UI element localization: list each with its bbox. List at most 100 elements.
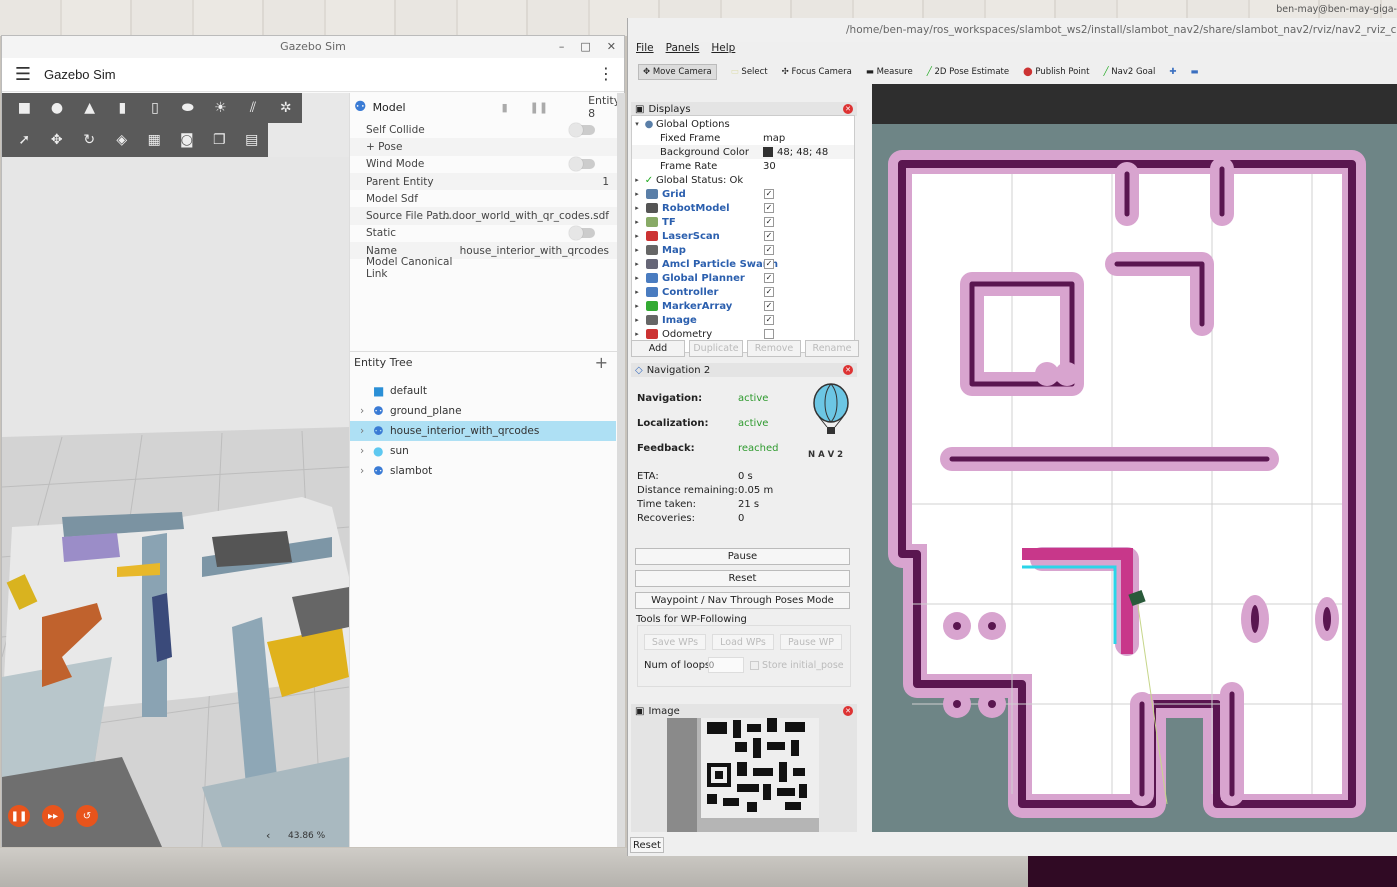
display-checkbox[interactable]: [764, 329, 774, 339]
duplicate-button[interactable]: Duplicate: [689, 340, 743, 357]
display-item[interactable]: ▸ RobotModel ✓: [632, 201, 854, 215]
pause-icon[interactable]: ❚❚: [8, 805, 30, 827]
rename-button[interactable]: Rename: [805, 340, 859, 357]
measure-tool[interactable]: ▬ Measure: [866, 67, 913, 77]
entity-tree-item[interactable]: ■ default: [350, 381, 616, 401]
sphere-icon[interactable]: ●: [41, 95, 74, 121]
expand-arrow-icon[interactable]: ▸: [632, 218, 642, 226]
entity-tree-item[interactable]: › ⚉ house_interior_with_qrcodes: [350, 421, 616, 441]
global-option-row[interactable]: ▸ ✓ Global Status: Ok: [632, 173, 854, 187]
close-image-icon[interactable]: ✕: [843, 706, 853, 716]
save-wps-button[interactable]: Save WPs: [644, 634, 706, 650]
pose-estimate-tool[interactable]: ╱ 2D Pose Estimate: [927, 67, 1009, 77]
minimize-icon[interactable]: –: [559, 36, 565, 58]
entity-tree-item[interactable]: › ● sun: [350, 441, 616, 461]
global-option-row[interactable]: ▾ ● Global Options: [632, 117, 854, 131]
menu-file[interactable]: File: [636, 42, 654, 58]
expand-arrow-icon[interactable]: ▸: [632, 330, 642, 338]
display-item[interactable]: ▸ Amcl Particle Swarm ✓: [632, 257, 854, 271]
expand-arrow-icon[interactable]: ›: [360, 405, 368, 417]
display-item[interactable]: ▸ Global Planner ✓: [632, 271, 854, 285]
waypoint-mode-button[interactable]: Waypoint / Nav Through Poses Mode: [635, 592, 850, 609]
nav2-goal-tool[interactable]: ╱ Nav2 Goal: [1103, 67, 1155, 77]
pause-button[interactable]: Pause: [635, 548, 850, 565]
select-tool[interactable]: ▭ Select: [731, 67, 768, 77]
expand-arrow-icon[interactable]: ▸: [632, 204, 642, 212]
scene-render[interactable]: [2, 157, 349, 847]
expand-arrow-icon[interactable]: ▸: [632, 288, 642, 296]
expand-arrow-icon[interactable]: ▸: [632, 274, 642, 282]
close-displays-icon[interactable]: ✕: [843, 104, 853, 114]
ellipsoid-icon[interactable]: ⬬: [171, 95, 204, 121]
expand-arrow-icon[interactable]: ▸: [632, 260, 642, 268]
camera-icon[interactable]: ◙: [171, 127, 204, 153]
display-checkbox[interactable]: ✓: [764, 259, 774, 269]
remove-tool-icon[interactable]: ▬: [1190, 67, 1198, 77]
display-item[interactable]: ▸ LaserScan ✓: [632, 229, 854, 243]
display-checkbox[interactable]: ✓: [764, 315, 774, 325]
occupancy-map[interactable]: [872, 84, 1397, 832]
expand-arrow-icon[interactable]: ▸: [632, 176, 642, 184]
entity-tree-item[interactable]: › ⚉ slambot: [350, 461, 616, 481]
load-wps-button[interactable]: Load WPs: [712, 634, 774, 650]
global-option-row[interactable]: Frame Rate 30: [632, 159, 854, 173]
focus-camera-tool[interactable]: ✣ Focus Camera: [782, 67, 852, 77]
lock-icon[interactable]: ▮: [502, 101, 508, 114]
scene-3d-view[interactable]: ■ ● ▲ ▮ ▯ ⬬ ☀ ⫽ ✲ ➚ ✥ ↻ ◈ ▦ ◙ ❐ ▤ ❚❚ ▸▸ …: [2, 93, 349, 847]
display-checkbox[interactable]: ✓: [764, 189, 774, 199]
cone-icon[interactable]: ▲: [73, 95, 106, 121]
maximize-icon[interactable]: □: [580, 36, 590, 58]
cylinder-icon[interactable]: ▮: [106, 95, 139, 121]
collapse-chevron-icon[interactable]: ‹: [266, 829, 270, 842]
display-checkbox[interactable]: ✓: [764, 203, 774, 213]
capsule-icon[interactable]: ▯: [139, 95, 172, 121]
rotate-icon[interactable]: ↻: [73, 127, 106, 153]
display-item[interactable]: ▸ Odometry: [632, 327, 854, 341]
global-option-row[interactable]: Fixed Frame map: [632, 131, 854, 145]
display-item[interactable]: ▸ TF ✓: [632, 215, 854, 229]
paste-icon[interactable]: ▤: [236, 127, 269, 153]
expand-arrow-icon[interactable]: ▾: [632, 120, 642, 128]
display-checkbox[interactable]: ✓: [764, 231, 774, 241]
reset-nav-button[interactable]: Reset: [635, 570, 850, 587]
translate-icon[interactable]: ✥: [41, 127, 74, 153]
close-nav2-icon[interactable]: ✕: [843, 365, 853, 375]
add-button[interactable]: Add: [631, 340, 685, 357]
pause-wp-button[interactable]: Pause WP: [780, 634, 842, 650]
directional-light-icon[interactable]: ⫽: [237, 95, 270, 121]
display-checkbox[interactable]: ✓: [764, 301, 774, 311]
rviz-3d-view[interactable]: [872, 84, 1397, 832]
add-entity-icon[interactable]: +: [595, 353, 608, 372]
expand-arrow-icon[interactable]: ›: [360, 445, 368, 457]
display-item[interactable]: ▸ MarkerArray ✓: [632, 299, 854, 313]
global-option-row[interactable]: Background Color 48; 48; 48: [632, 145, 854, 159]
spot-light-icon[interactable]: ✲: [269, 95, 302, 121]
display-item[interactable]: ▸ Image ✓: [632, 313, 854, 327]
snap-icon[interactable]: ◈: [106, 127, 139, 153]
display-item[interactable]: ▸ Grid ✓: [632, 187, 854, 201]
display-checkbox[interactable]: ✓: [764, 273, 774, 283]
display-item[interactable]: ▸ Controller ✓: [632, 285, 854, 299]
panel-scrollbar[interactable]: [617, 93, 625, 847]
select-arrow-icon[interactable]: ➚: [8, 127, 41, 153]
expand-arrow-icon[interactable]: ▸: [632, 316, 642, 324]
pause-updates-icon[interactable]: ❚❚: [530, 101, 548, 114]
add-tool-icon[interactable]: ✚: [1169, 67, 1176, 77]
move-camera-tool[interactable]: ✥ Move Camera: [638, 64, 717, 80]
menu-help[interactable]: Help: [711, 42, 735, 58]
more-options-icon[interactable]: ⋮: [598, 64, 614, 83]
copy-icon[interactable]: ❐: [203, 127, 236, 153]
loops-input[interactable]: [708, 657, 744, 673]
publish-point-tool[interactable]: ⬤ Publish Point: [1023, 67, 1089, 77]
menu-icon[interactable]: ☰: [2, 64, 44, 85]
box-icon[interactable]: ■: [8, 95, 41, 121]
expand-arrow-icon[interactable]: ▸: [632, 302, 642, 310]
step-icon[interactable]: ▸▸: [42, 805, 64, 827]
property-toggle[interactable]: [569, 122, 595, 137]
menu-panels[interactable]: Panels: [666, 42, 700, 58]
grid-icon[interactable]: ▦: [138, 127, 171, 153]
property-toggle[interactable]: [569, 157, 595, 172]
display-item[interactable]: ▸ Map ✓: [632, 243, 854, 257]
entity-tree-item[interactable]: › ⚉ ground_plane: [350, 401, 616, 421]
expand-arrow-icon[interactable]: ▸: [632, 190, 642, 198]
